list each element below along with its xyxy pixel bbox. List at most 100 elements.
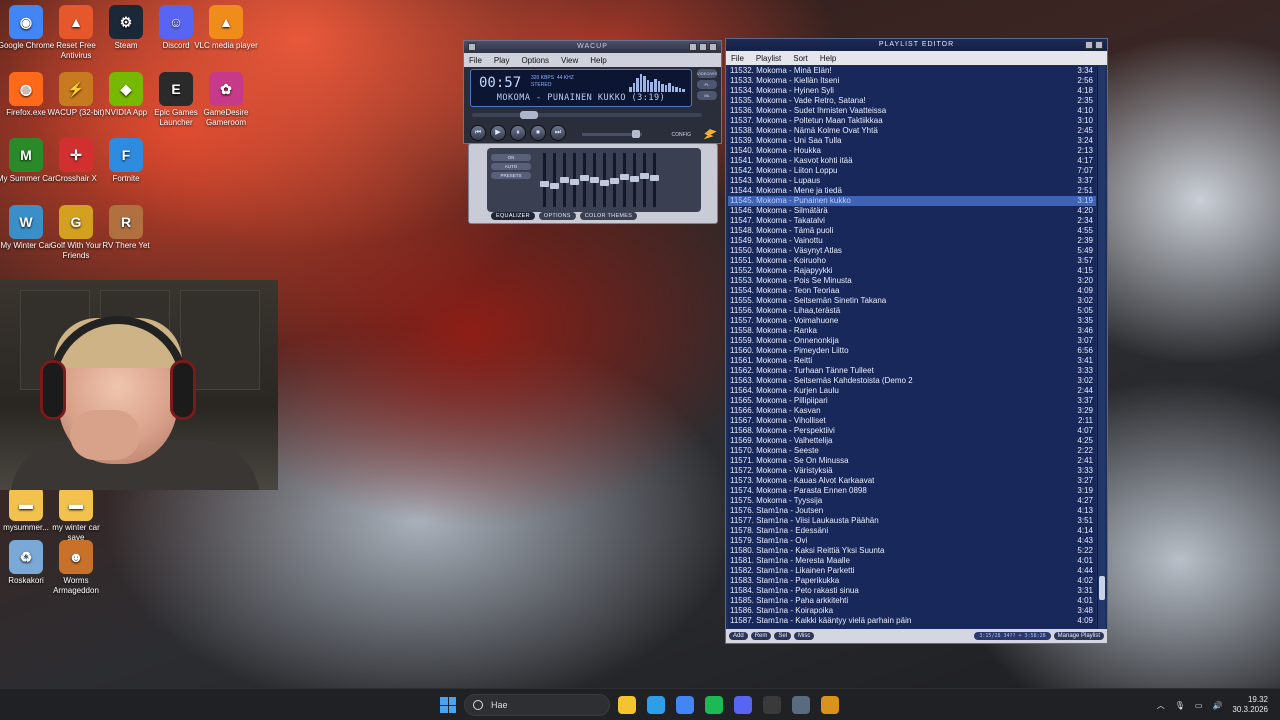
network-icon[interactable]: ▭ bbox=[1195, 701, 1203, 710]
winamp-icon[interactable] bbox=[821, 696, 839, 714]
eq-band-slider[interactable] bbox=[600, 153, 609, 207]
playlist-row[interactable]: 11556. Mokoma - Lihaa,terästä 5:05 bbox=[728, 306, 1096, 316]
playlist-row[interactable]: 11553. Mokoma - Pois Se Minusta 3:20 bbox=[728, 276, 1096, 286]
playlist-row[interactable]: 11533. Mokoma - Kiellän Itseni 2:56 bbox=[728, 76, 1096, 86]
eq-band-slider[interactable] bbox=[580, 153, 589, 207]
playlist-row[interactable]: 11582. Stam1na - Likainen Parketti 4:44 bbox=[728, 566, 1096, 576]
playlist-row[interactable]: 11581. Stam1na - Meresta Maalle 4:01 bbox=[728, 556, 1096, 566]
playlist-row[interactable]: 11552. Mokoma - Rajapyykki 4:15 bbox=[728, 266, 1096, 276]
pl-menu-help[interactable]: Help bbox=[820, 54, 836, 63]
chrome-icon[interactable] bbox=[676, 696, 694, 714]
eq-slider-knob[interactable] bbox=[550, 183, 559, 189]
playlist-row[interactable]: 11567. Mokoma - Viholliset 2:11 bbox=[728, 416, 1096, 426]
winamp-titlebar[interactable]: WACUP bbox=[464, 41, 721, 53]
playlist-row[interactable]: 11563. Mokoma - Seitsemäs Kahdestoista (… bbox=[728, 376, 1096, 386]
chevron-up-icon[interactable]: ︿ bbox=[1157, 700, 1165, 711]
playlist-row[interactable]: 11535. Mokoma - Vade Retro, Satana! 2:35 bbox=[728, 96, 1096, 106]
eq-slider-knob[interactable] bbox=[580, 175, 589, 181]
close-icon[interactable] bbox=[1095, 41, 1103, 49]
eq-band-slider[interactable] bbox=[620, 153, 629, 207]
playlist-row[interactable]: 11571. Mokoma - Se On Minussa 2:41 bbox=[728, 456, 1096, 466]
scroll-thumb[interactable] bbox=[1099, 576, 1105, 600]
equalizer-window[interactable]: ON AUTO PRESETS EQUALIZER OPTIONS COLOR … bbox=[468, 143, 718, 224]
add-button[interactable]: Add bbox=[729, 632, 748, 640]
config-button[interactable]: CONFIG bbox=[672, 132, 691, 138]
video-vis-button[interactable]: VIDEO/VIS bbox=[697, 69, 717, 78]
playlist-row[interactable]: 11555. Mokoma - Seitsemän Sinetin Takana… bbox=[728, 296, 1096, 306]
seek-knob[interactable] bbox=[520, 111, 538, 119]
shade-icon[interactable] bbox=[699, 43, 707, 51]
tab-color-themes[interactable]: COLOR THEMES bbox=[579, 212, 638, 220]
wacup-bolt-icon[interactable] bbox=[701, 127, 716, 142]
playlist-row[interactable]: 11544. Mokoma - Mene ja tiedä 2:51 bbox=[728, 186, 1096, 196]
desktop-icon[interactable]: ▲ VLC media player bbox=[194, 5, 258, 51]
close-icon[interactable] bbox=[709, 43, 717, 51]
menu-options[interactable]: Options bbox=[521, 56, 549, 65]
eq-slider-knob[interactable] bbox=[590, 177, 599, 183]
manage-playlist-button[interactable]: Manage Playlist bbox=[1053, 632, 1104, 640]
eq-band-slider[interactable] bbox=[610, 153, 619, 207]
pl-menu-file[interactable]: File bbox=[731, 54, 744, 63]
playlist-row[interactable]: 11578. Stam1na - Edessäni 4:14 bbox=[728, 526, 1096, 536]
file-explorer-icon[interactable] bbox=[618, 696, 636, 714]
previous-button[interactable]: ⏮ bbox=[470, 125, 486, 141]
playlist-row[interactable]: 11543. Mokoma - Lupaus 3:37 bbox=[728, 176, 1096, 186]
eq-band-slider[interactable] bbox=[630, 153, 639, 207]
playlist-row[interactable]: 11561. Mokoma - Reitti 3:41 bbox=[728, 356, 1096, 366]
shade-icon[interactable] bbox=[1085, 41, 1093, 49]
desktop-icon[interactable]: ✿ GameDesire Gameroom bbox=[194, 72, 258, 128]
volume-slider[interactable] bbox=[582, 130, 642, 138]
playlist-row[interactable]: 11548. Mokoma - Tämä puoli 4:55 bbox=[728, 226, 1096, 236]
next-button[interactable]: ⏭ bbox=[550, 125, 566, 141]
misc-button[interactable]: Misc bbox=[794, 632, 815, 640]
pl-menu-sort[interactable]: Sort bbox=[793, 54, 808, 63]
volume-knob[interactable] bbox=[632, 130, 640, 138]
playlist-row[interactable]: 11580. Stam1na - Kaksi Reittiä Yksi Suun… bbox=[728, 546, 1096, 556]
playlist-row[interactable]: 11542. Mokoma - Liiton Loppu 7:07 bbox=[728, 166, 1096, 176]
playlist-row[interactable]: 11583. Stam1na - Paperikukka 4:02 bbox=[728, 576, 1096, 586]
microphone-icon[interactable]: 🎙 bbox=[1175, 701, 1185, 710]
playlist-row[interactable]: 11557. Mokoma - Voimahuone 3:35 bbox=[728, 316, 1096, 326]
playlist-titlebar[interactable]: PLAYLIST EDITOR bbox=[726, 39, 1107, 51]
eq-band-slider[interactable] bbox=[650, 153, 659, 207]
playlist-row[interactable]: 11546. Mokoma - Silmätärä 4:20 bbox=[728, 206, 1096, 216]
playlist-row[interactable]: 11573. Mokoma - Kauas Alvot Karkaavat 3:2… bbox=[728, 476, 1096, 486]
playlist-row[interactable]: 11541. Mokoma - Kasvot kohti itää 4:17 bbox=[728, 156, 1096, 166]
playlist-row[interactable]: 11532. Mokoma - Minä Elän! 3:34 bbox=[728, 66, 1096, 76]
winamp-main-window[interactable]: WACUP File Play Options View Help 00:57 … bbox=[463, 40, 722, 144]
taskbar-search[interactable]: Hae bbox=[464, 694, 610, 716]
playlist-row[interactable]: 11569. Mokoma - Valhettelija 4:25 bbox=[728, 436, 1096, 446]
stop-button[interactable]: ⏹ bbox=[530, 125, 546, 141]
eq-presets-button[interactable]: PRESETS bbox=[491, 172, 531, 179]
eq-slider-knob[interactable] bbox=[560, 177, 569, 183]
eq-slider-knob[interactable] bbox=[620, 174, 629, 180]
volume-icon[interactable]: 🔊 bbox=[1212, 701, 1222, 710]
seek-bar[interactable] bbox=[472, 111, 702, 119]
playlist-row[interactable]: 11562. Mokoma - Turhaan Tänne Tulleet 3:3… bbox=[728, 366, 1096, 376]
tab-equalizer[interactable]: EQUALIZER bbox=[491, 212, 535, 220]
playlist-row[interactable]: 11585. Stam1na - Paha arkkitehti 4:01 bbox=[728, 596, 1096, 606]
desktop-icon[interactable]: ☻ Worms Armageddon bbox=[44, 540, 108, 596]
menu-help[interactable]: Help bbox=[590, 56, 606, 65]
spotify-icon[interactable] bbox=[705, 696, 723, 714]
playlist-row[interactable]: 11539. Mokoma - Uni Saa Tulla 3:24 bbox=[728, 136, 1096, 146]
clock[interactable]: 19.32 30.3.2026 bbox=[1232, 695, 1268, 715]
eq-slider-knob[interactable] bbox=[570, 179, 579, 185]
edge-icon[interactable] bbox=[647, 696, 665, 714]
menu-play[interactable]: Play bbox=[494, 56, 510, 65]
playlist-row[interactable]: 11536. Mokoma - Sudet Ihmisten Vaatteiss… bbox=[728, 106, 1096, 116]
playlist-row[interactable]: 11537. Mokoma - Poltetun Maan Taktiikkaa… bbox=[728, 116, 1096, 126]
playlist-scrollbar[interactable] bbox=[1097, 66, 1105, 631]
obs-icon[interactable] bbox=[763, 696, 781, 714]
select-button[interactable]: Sel bbox=[774, 632, 792, 640]
eq-slider-knob[interactable] bbox=[600, 180, 609, 186]
desktop-icon[interactable]: ▬ my winter car save bbox=[44, 487, 108, 543]
eq-band-slider[interactable] bbox=[560, 153, 569, 207]
eq-slider-knob[interactable] bbox=[630, 176, 639, 182]
playlist-row[interactable]: 11574. Mokoma - Parasta Ennen 0898 3:19 bbox=[728, 486, 1096, 496]
eq-on-button[interactable]: ON bbox=[491, 154, 531, 161]
eq-band-slider[interactable] bbox=[640, 153, 649, 207]
playlist-row[interactable]: 11545. Mokoma - Punainen kukko 3:19 bbox=[728, 196, 1096, 206]
start-button[interactable] bbox=[440, 697, 456, 713]
tab-options[interactable]: OPTIONS bbox=[538, 212, 576, 220]
